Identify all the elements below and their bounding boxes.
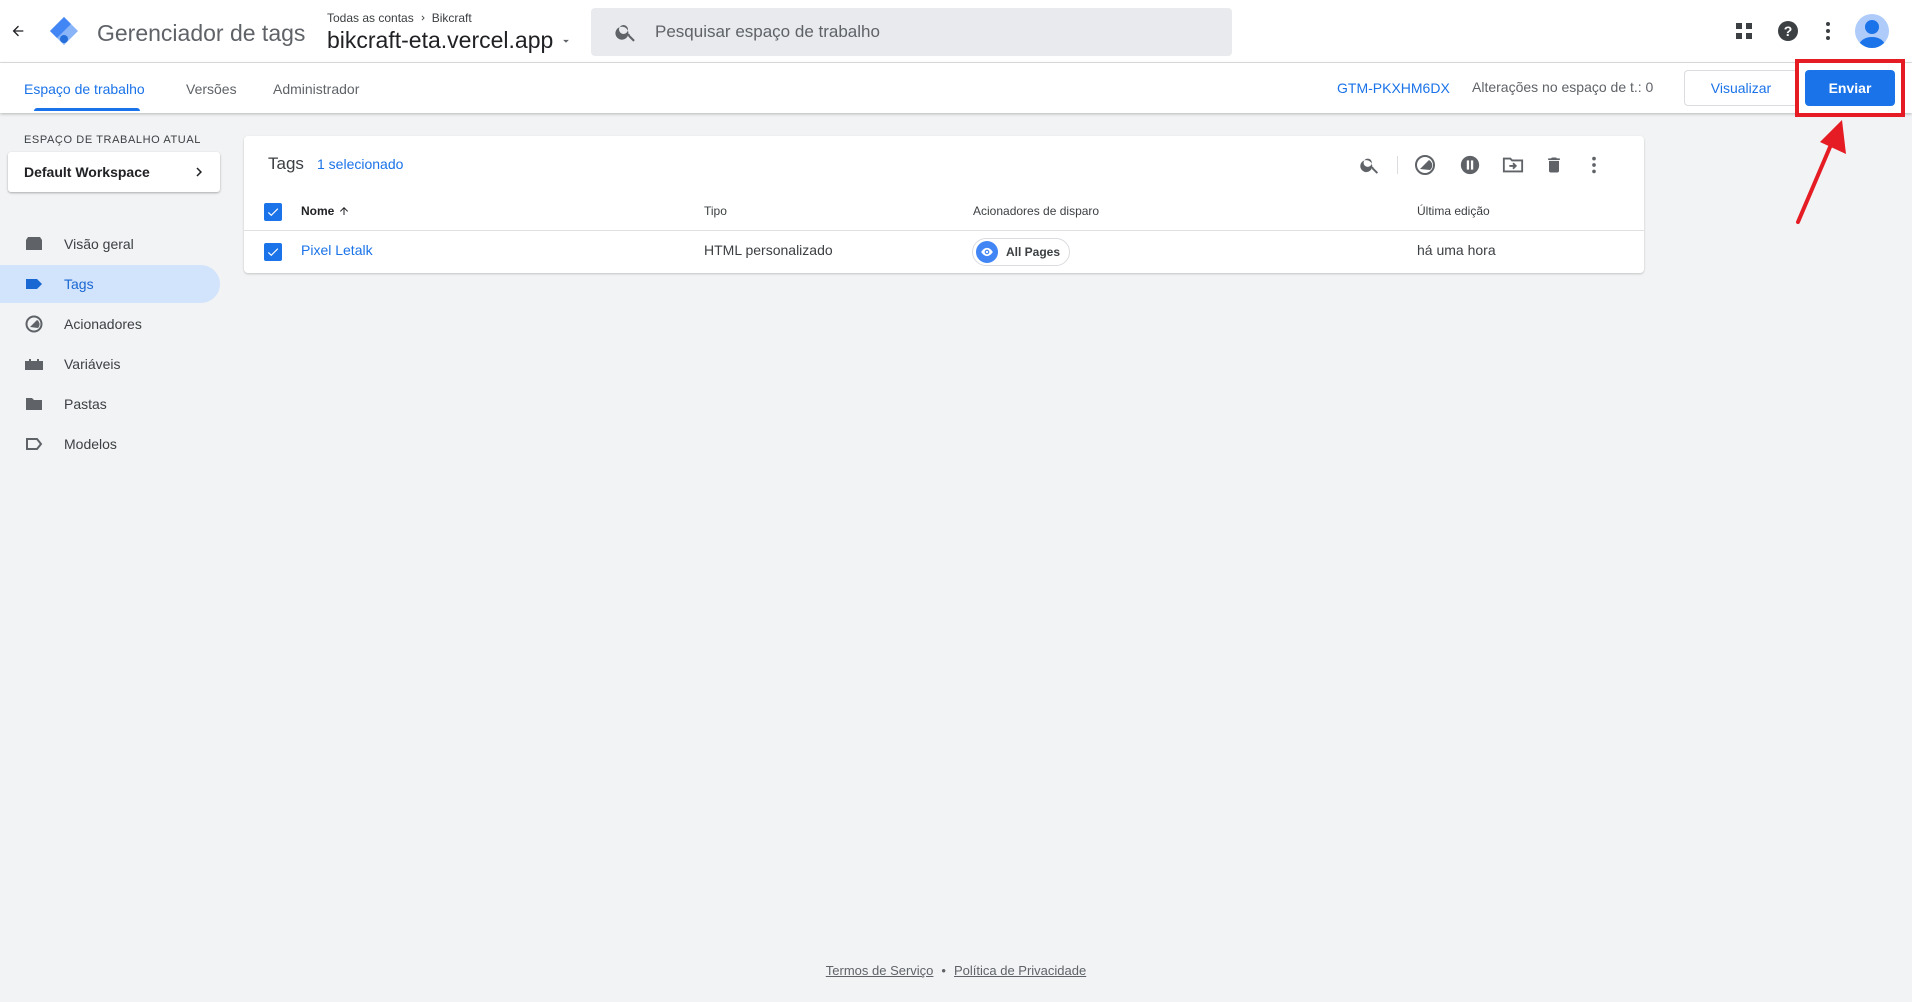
workspace-name: Default Workspace: [24, 164, 150, 180]
tag-name-link[interactable]: Pixel Letalk: [301, 242, 373, 258]
workspace-search[interactable]: [591, 8, 1232, 56]
more-vert-icon[interactable]: [1582, 153, 1606, 177]
search-icon: [615, 25, 635, 42]
annotation-arrow-icon: [1796, 120, 1846, 224]
tag-last-edited: há uma hora: [1417, 242, 1496, 258]
svg-text:?: ?: [1784, 23, 1793, 39]
more-vert-icon[interactable]: [1816, 19, 1840, 43]
tag-manager-logo-icon: [48, 15, 80, 47]
trigger-icon: [25, 315, 43, 333]
checkmark-icon: [267, 248, 279, 257]
move-to-folder-icon[interactable]: [1501, 153, 1525, 177]
trigger-icon[interactable]: [1413, 153, 1437, 177]
template-icon: [26, 438, 43, 450]
chevron-right-icon: [421, 15, 425, 21]
checkmark-icon: [267, 208, 279, 217]
trigger-chip[interactable]: All Pages: [972, 238, 1070, 266]
variable-icon: [25, 359, 43, 370]
sidebar-item-label: Acionadores: [64, 316, 142, 332]
delete-icon[interactable]: [1542, 153, 1566, 177]
footer: Termos de Serviço • Política de Privacid…: [0, 963, 1912, 978]
tags-table-title: Tags: [268, 154, 304, 173]
container-id-link[interactable]: GTM-PKXHM6DX: [1337, 80, 1450, 96]
sidebar-item-label: Visão geral: [64, 236, 134, 252]
tab-versions[interactable]: Versões: [186, 81, 237, 97]
column-header-last-edited[interactable]: Última edição: [1417, 204, 1490, 218]
sidebar-item-label: Tags: [64, 276, 94, 292]
apps-grid-icon[interactable]: [1732, 19, 1756, 43]
workspace-nav-bar: Espaço de trabalho Versões Administrador…: [0, 63, 1912, 113]
preview-button[interactable]: Visualizar: [1684, 70, 1798, 106]
tag-icon: [26, 279, 42, 289]
column-header-label: Nome: [301, 204, 335, 218]
chevron-right-icon: [196, 167, 202, 177]
sidebar-item-tags[interactable]: Tags: [0, 265, 220, 303]
tab-admin[interactable]: Administrador: [273, 81, 359, 97]
terms-of-service-link[interactable]: Termos de Serviço: [826, 963, 934, 978]
column-header-triggers[interactable]: Acionadores de disparo: [973, 204, 1099, 218]
container-selector[interactable]: bikcraft-eta.vercel.app: [327, 27, 573, 54]
container-name: bikcraft-eta.vercel.app: [327, 27, 554, 53]
help-icon[interactable]: ?: [1776, 19, 1800, 43]
header-divider: [244, 230, 1644, 231]
eye-icon: [976, 241, 998, 263]
sidebar-item-overview[interactable]: Visão geral: [0, 225, 220, 263]
search-input[interactable]: [655, 22, 1215, 42]
column-header-type[interactable]: Tipo: [704, 204, 727, 218]
sidebar-item-variables[interactable]: Variáveis: [0, 345, 220, 383]
footer-separator: •: [941, 963, 946, 978]
sidebar-item-label: Variáveis: [64, 356, 121, 372]
workspace-changes-count: Alterações no espaço de t.: 0: [1472, 79, 1654, 95]
submit-highlight-box: [1795, 59, 1905, 117]
account-avatar[interactable]: [1855, 14, 1889, 48]
current-workspace-heading: ESPAÇO DE TRABALHO ATUAL: [24, 134, 202, 146]
breadcrumb-account[interactable]: Bikcraft: [432, 11, 472, 25]
sidebar-item-folders[interactable]: Pastas: [0, 385, 220, 423]
select-all-checkbox[interactable]: [264, 203, 282, 221]
product-name: Gerenciador de tags: [97, 20, 306, 46]
folder-icon: [26, 398, 42, 410]
sidebar-item-label: Pastas: [64, 396, 107, 412]
back-arrow-icon[interactable]: [6, 19, 30, 43]
overview-icon: [26, 237, 42, 250]
dropdown-arrow-icon: [563, 39, 570, 43]
top-app-bar: Gerenciador de tags Todas as contas Bikc…: [0, 0, 1912, 63]
toolbar-divider: [1397, 156, 1398, 174]
tab-workspace[interactable]: Espaço de trabalho: [24, 81, 145, 97]
sort-ascending-icon: [340, 207, 349, 215]
active-tab-indicator: [34, 108, 140, 111]
column-header-name[interactable]: Nome: [301, 204, 350, 218]
privacy-policy-link[interactable]: Política de Privacidade: [954, 963, 1086, 978]
trigger-chip-label: All Pages: [1006, 245, 1061, 259]
workspace-selector[interactable]: Default Workspace: [8, 152, 220, 192]
selection-count: 1 selecionado: [317, 156, 404, 172]
breadcrumb-all-accounts[interactable]: Todas as contas: [327, 11, 414, 25]
breadcrumb: Todas as contas Bikcraft: [327, 11, 472, 25]
sidebar-item-triggers[interactable]: Acionadores: [0, 305, 220, 343]
sidebar-item-templates[interactable]: Modelos: [0, 425, 220, 463]
sidebar-item-label: Modelos: [64, 436, 117, 452]
search-icon[interactable]: [1358, 153, 1382, 177]
tags-table-card: Tags 1 selecionado Nome Tipo Acionadores…: [244, 136, 1644, 273]
pause-icon[interactable]: [1458, 153, 1482, 177]
tag-type: HTML personalizado: [704, 242, 833, 258]
row-checkbox[interactable]: [264, 243, 282, 261]
